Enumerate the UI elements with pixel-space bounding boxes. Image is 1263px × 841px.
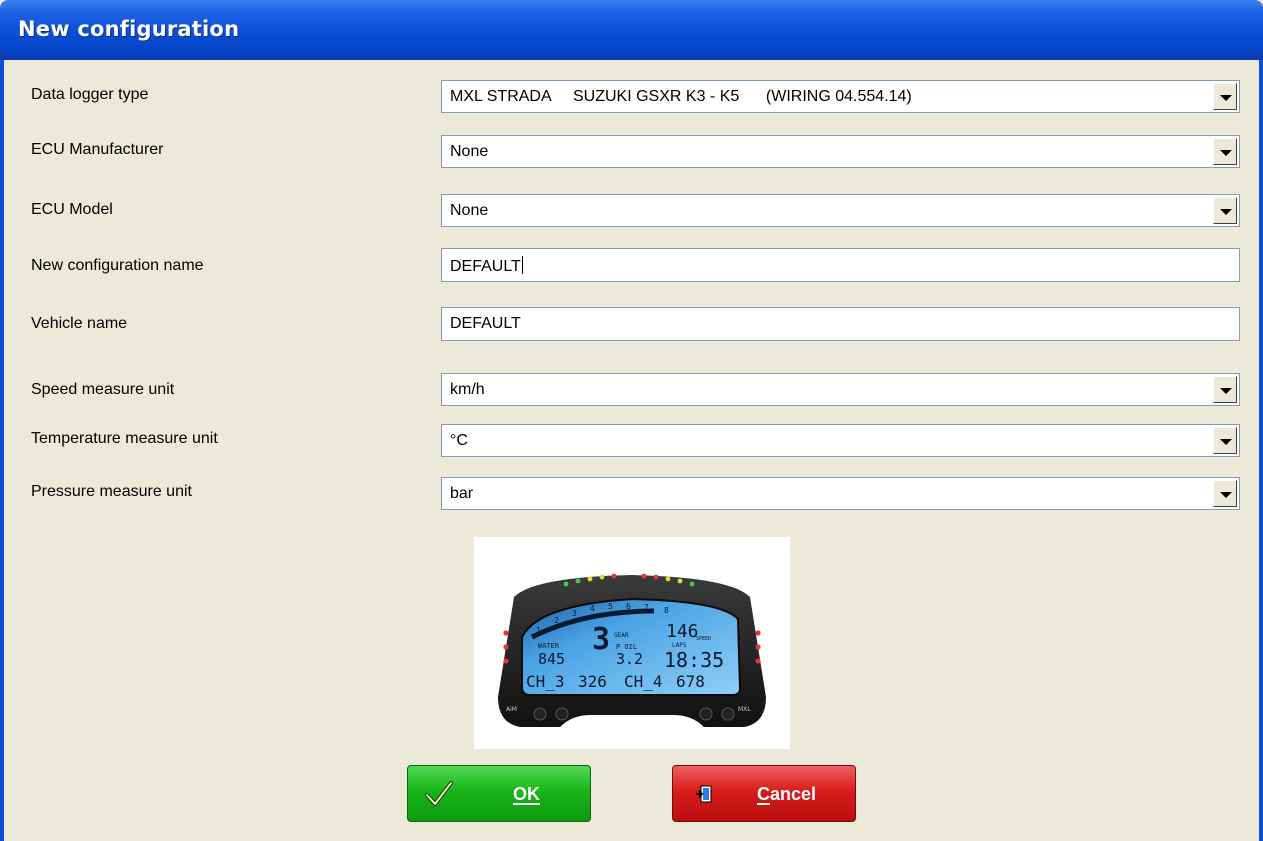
new-configuration-name-value: DEFAULT: [450, 258, 521, 275]
pressure-unit-value: bar: [450, 485, 474, 502]
gear-value: 3: [592, 622, 610, 657]
ch4-value: 678: [676, 672, 705, 691]
chevron-down-icon[interactable]: [1213, 376, 1237, 403]
temperature-unit-label: Temperature measure unit: [31, 430, 218, 447]
exit-door-icon: [696, 785, 712, 803]
rpm-tick-3: 3: [572, 609, 577, 618]
ok-button[interactable]: OK: [407, 765, 591, 822]
rpm-tick-4: 4: [590, 604, 595, 613]
rpm-tick-5: 5: [608, 602, 613, 611]
speed-unit-value: km/h: [450, 381, 485, 398]
temperature-unit-select[interactable]: °C: [441, 424, 1240, 457]
lap-time: 18:35: [664, 648, 724, 672]
ecu-manufacturer-label: ECU Manufacturer: [31, 141, 164, 158]
speed-unit-label: Speed measure unit: [31, 381, 175, 398]
chevron-down-icon[interactable]: [1213, 427, 1237, 454]
chevron-down-icon[interactable]: [1213, 480, 1237, 507]
brand-logo-text: AiM: [506, 706, 517, 713]
text-caret: [521, 256, 523, 274]
data-logger-type-value: MXL STRADA SUZUKI GSXR K3 - K5 (WIRING 0…: [450, 88, 912, 105]
ecu-model-select[interactable]: None: [441, 194, 1240, 227]
ecu-manufacturer-value: None: [450, 143, 489, 160]
dashboard-illustration: 1 2 3 4 5 6 7 8 3 GEAR 146 SPEED WATER 8…: [498, 573, 766, 727]
window-frame-right: [1259, 60, 1263, 841]
speed-value: 146: [666, 621, 699, 642]
temperature-unit-value: °C: [450, 432, 468, 449]
vehicle-name-value: DEFAULT: [450, 315, 521, 332]
ch3-label: CH_3: [526, 672, 565, 691]
pressure-unit-label: Pressure measure unit: [31, 483, 192, 500]
speed-unit-select[interactable]: km/h: [441, 373, 1240, 406]
ecu-model-value: None: [450, 202, 489, 219]
chevron-down-icon[interactable]: [1213, 83, 1237, 110]
water-value: 845: [538, 650, 565, 668]
speed-label: SPEED: [696, 636, 711, 642]
rpm-tick-8: 8: [664, 606, 669, 615]
new-configuration-name-label: New configuration name: [31, 257, 204, 274]
window-frame-left: [0, 60, 4, 841]
vehicle-name-label: Vehicle name: [31, 315, 128, 332]
oil-value: 3.2: [616, 650, 643, 668]
ch4-label: CH_4: [624, 672, 663, 691]
checkmark-icon: [425, 781, 453, 806]
title-bar: New configuration: [0, 0, 1263, 60]
ecu-model-label: ECU Model: [31, 201, 113, 218]
new-configuration-name-input[interactable]: DEFAULT: [441, 248, 1240, 282]
dashboard-image: 1 2 3 4 5 6 7 8 3 GEAR 146 SPEED WATER 8…: [474, 537, 790, 749]
water-label: WATER: [538, 642, 560, 650]
pressure-unit-select[interactable]: bar: [441, 477, 1240, 510]
data-logger-type-select[interactable]: MXL STRADA SUZUKI GSXR K3 - K5 (WIRING 0…: [441, 80, 1240, 113]
window-title: New configuration: [18, 17, 240, 41]
chevron-down-icon[interactable]: [1213, 138, 1237, 165]
cancel-button-label: Cancel: [757, 784, 817, 804]
chevron-down-icon[interactable]: [1213, 197, 1237, 224]
cancel-button[interactable]: Cancel: [672, 765, 856, 822]
ch3-value: 326: [578, 672, 607, 691]
ecu-manufacturer-select[interactable]: None: [441, 135, 1240, 168]
data-logger-type-label: Data logger type: [31, 86, 149, 103]
model-logo-text: MXL: [738, 706, 751, 713]
ok-button-label: OK: [513, 784, 540, 804]
gear-label: GEAR: [614, 632, 629, 639]
vehicle-name-input[interactable]: DEFAULT: [441, 307, 1240, 341]
